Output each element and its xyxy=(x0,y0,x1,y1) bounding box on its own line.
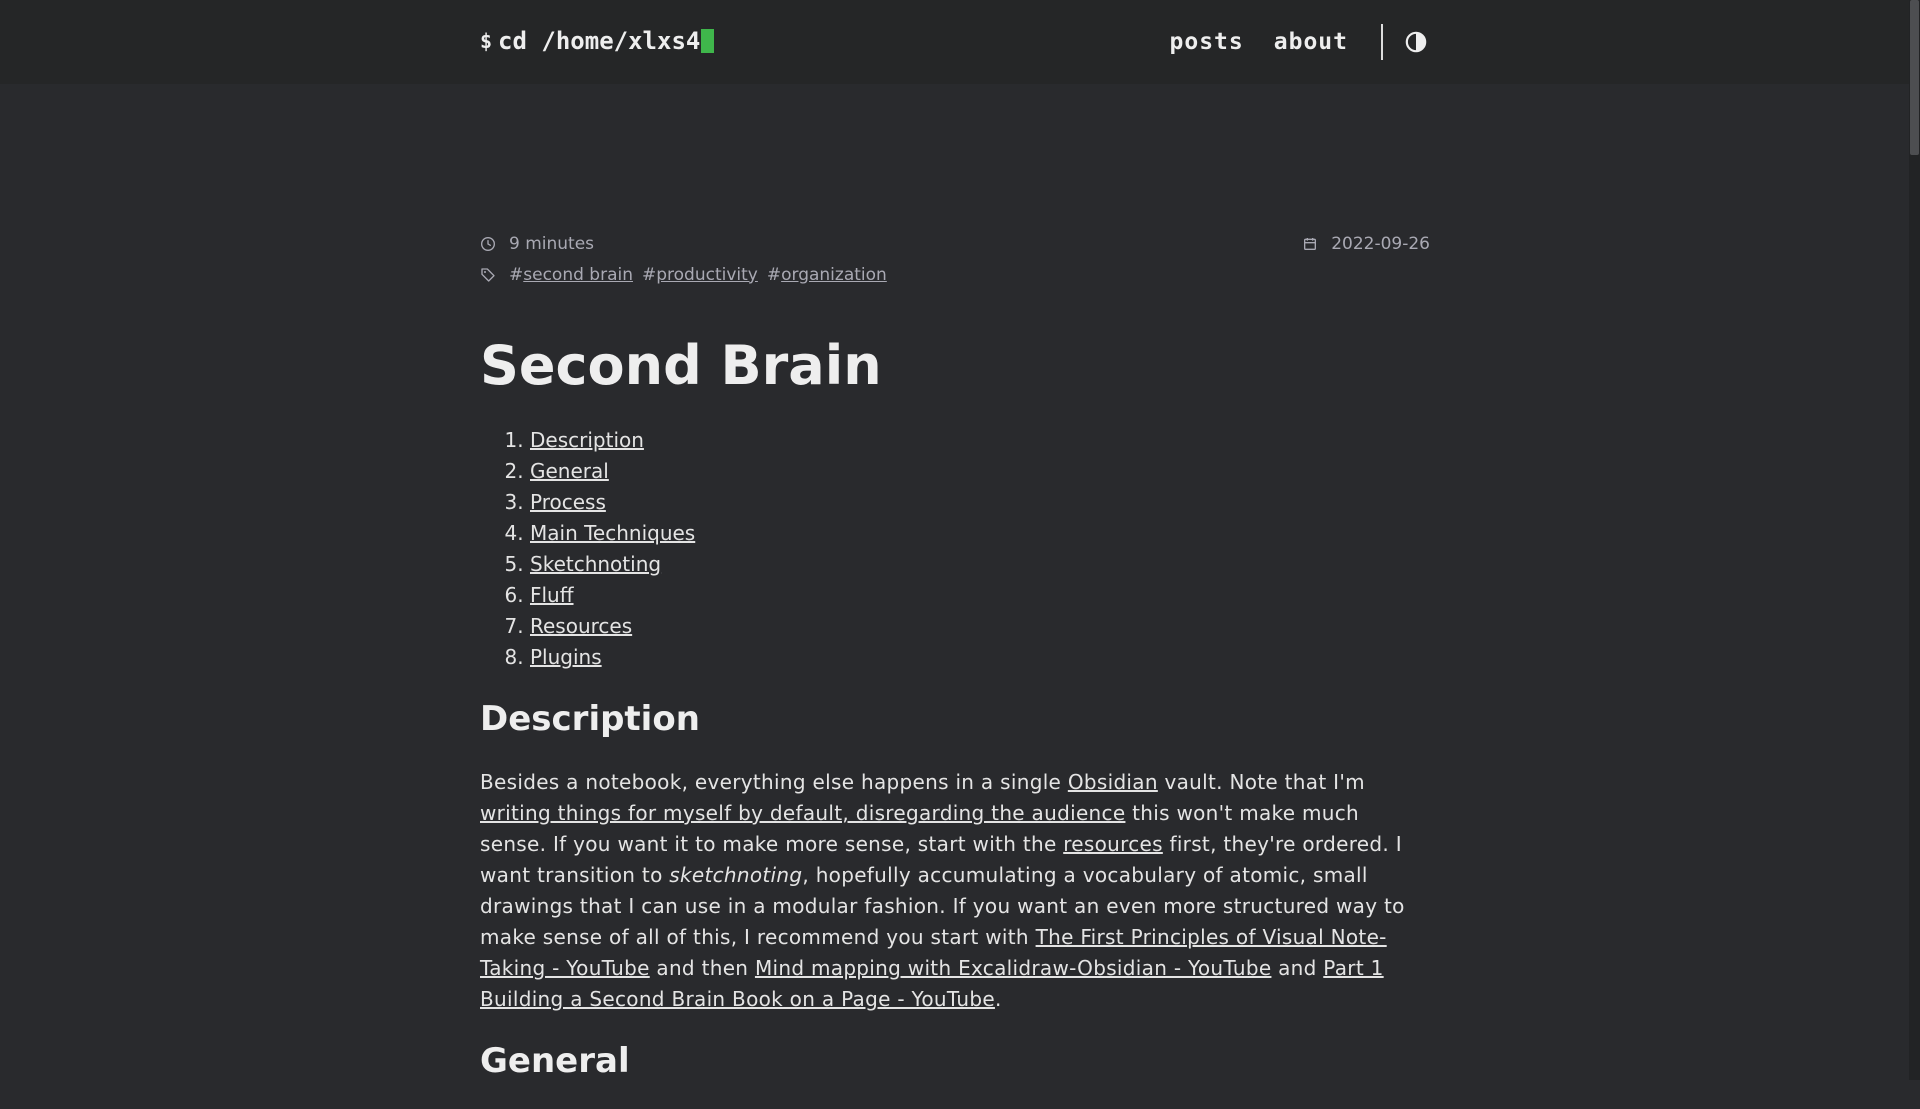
toc-link-description[interactable]: Description xyxy=(530,428,644,452)
text-run: Besides a notebook, everything else happ… xyxy=(480,770,1068,795)
description-paragraph: Besides a notebook, everything else happ… xyxy=(480,767,1430,1015)
post-date: 2022-09-26 xyxy=(1331,233,1430,254)
emphasis-sketchnoting: sketchnoting xyxy=(669,863,803,888)
prompt-symbol: $ xyxy=(480,29,493,53)
link-mind-mapping-video[interactable]: Mind mapping with Excalidraw-Obsidian - … xyxy=(755,956,1272,980)
toc-link-main-techniques[interactable]: Main Techniques xyxy=(530,521,695,545)
nav-divider xyxy=(1381,24,1383,60)
toc-link-resources[interactable]: Resources xyxy=(530,614,632,638)
nav-link-about[interactable]: about xyxy=(1274,29,1348,55)
tag-link-productivity[interactable]: productivity xyxy=(656,265,758,285)
toc-link-sketchnoting[interactable]: Sketchnoting xyxy=(530,552,661,576)
link-resources[interactable]: resources xyxy=(1063,832,1163,856)
site-logo[interactable]: $ cd /home/xlxs4 xyxy=(480,27,715,55)
toc-link-general[interactable]: General xyxy=(530,459,609,483)
scrollbar-thumb[interactable] xyxy=(1910,0,1919,155)
clock-icon xyxy=(481,236,495,251)
header-inner: $ cd /home/xlxs4 posts about xyxy=(480,0,1430,84)
page-scrollbar[interactable] xyxy=(1909,0,1920,1080)
text-run: vault. Note that I'm xyxy=(1157,770,1365,795)
blinking-cursor xyxy=(701,29,715,53)
post-meta-tags: #second brain #productivity #organizatio… xyxy=(480,259,1430,290)
toc-item: Resources xyxy=(530,611,1430,642)
tag-hash: # xyxy=(509,264,524,285)
toc-link-fluff[interactable]: Fluff xyxy=(530,583,574,607)
main-nav: posts about xyxy=(1140,0,1431,84)
toc-item: Sketchnoting xyxy=(530,549,1430,580)
contrast-icon[interactable] xyxy=(1405,31,1427,53)
table-of-contents: Description General Process Main Techniq… xyxy=(480,425,1430,673)
tag-link-second-brain[interactable]: second brain xyxy=(523,265,633,285)
post-meta-reading: 9 minutes 2022-09-26 xyxy=(480,228,1430,259)
logo-text: cd /home/xlxs4 xyxy=(498,27,701,55)
text-run: . xyxy=(994,987,1002,1012)
tag: #second brain xyxy=(509,265,633,285)
tag-hash: # xyxy=(766,264,782,285)
heading-general: General xyxy=(480,1041,630,1082)
toc-item: General xyxy=(530,456,1430,487)
toc-item: Fluff xyxy=(530,580,1430,611)
toc-item: Plugins xyxy=(530,642,1430,673)
post-title: Second Brain xyxy=(480,334,882,397)
text-run: and xyxy=(1271,956,1324,981)
text-run: and then xyxy=(649,956,755,981)
toc-item: Process xyxy=(530,487,1430,518)
tag-hash: # xyxy=(641,264,657,285)
tag: #organization xyxy=(767,265,887,285)
post-date-block: 2022-09-26 xyxy=(1302,228,1430,259)
link-writing-for-myself[interactable]: writing things for myself by default, di… xyxy=(480,801,1125,825)
heading-description: Description xyxy=(480,699,700,740)
calendar-icon xyxy=(1304,237,1317,250)
toc-link-process[interactable]: Process xyxy=(530,490,606,514)
nav-link-posts[interactable]: posts xyxy=(1170,29,1244,55)
toc-item: Description xyxy=(530,425,1430,456)
post-content: 9 minutes 2022-09-26 #second brain #prod… xyxy=(480,228,1430,1109)
reading-time: 9 minutes xyxy=(509,233,595,254)
tag-link-organization[interactable]: organization xyxy=(781,265,887,285)
site-header: $ cd /home/xlxs4 posts about xyxy=(0,0,1909,84)
toc-link-plugins[interactable]: Plugins xyxy=(530,645,602,669)
toc-item: Main Techniques xyxy=(530,518,1430,549)
link-obsidian[interactable]: Obsidian xyxy=(1068,770,1158,794)
tag-icon xyxy=(481,267,495,282)
tag: #productivity xyxy=(642,265,758,285)
